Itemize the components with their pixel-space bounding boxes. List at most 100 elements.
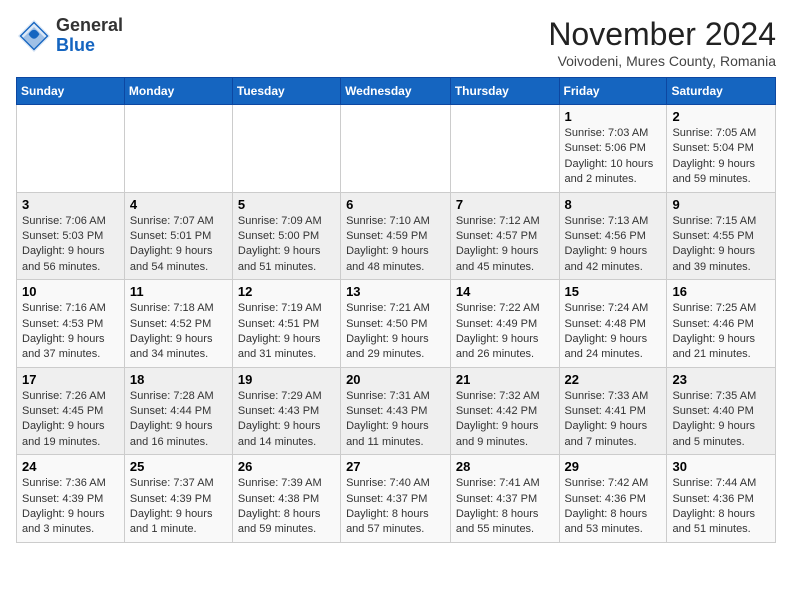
weekday-header-friday: Friday bbox=[559, 78, 667, 105]
day-info: Sunrise: 7:18 AM Sunset: 4:52 PM Dayligh… bbox=[130, 301, 227, 363]
day-number: 12 bbox=[238, 284, 335, 299]
calendar-cell: 26 Sunrise: 7:39 AM Sunset: 4:38 PM Dayli… bbox=[232, 455, 340, 543]
calendar-table: SundayMondayTuesdayWednesdayThursdayFrid… bbox=[16, 77, 776, 543]
day-number: 7 bbox=[456, 197, 554, 212]
day-info: Sunrise: 7:32 AM Sunset: 4:42 PM Dayligh… bbox=[456, 389, 554, 451]
day-number: 14 bbox=[456, 284, 554, 299]
day-info: Sunrise: 7:40 AM Sunset: 4:37 PM Dayligh… bbox=[346, 476, 445, 538]
calendar-cell: 22Sunrise: 7:33 AM Sunset: 4:41 PM Dayli… bbox=[559, 367, 667, 455]
day-info: Sunrise: 7:19 AM Sunset: 4:51 PM Dayligh… bbox=[238, 301, 335, 363]
calendar-cell: 15 Sunrise: 7:24 AM Sunset: 4:48 PM Dayli… bbox=[559, 280, 667, 368]
day-info: Sunrise: 7:37 AM Sunset: 4:39 PM Dayligh… bbox=[130, 476, 227, 538]
calendar-week-row: 17 Sunrise: 7:26 AM Sunset: 4:45 PM Dayli… bbox=[17, 367, 776, 455]
day-info: Sunrise: 7:09 AM Sunset: 5:00 PM Dayligh… bbox=[238, 214, 335, 276]
day-number: 4 bbox=[130, 197, 227, 212]
calendar-cell: 1 Sunrise: 7:03 AM Sunset: 5:06 PM Daylig… bbox=[559, 105, 667, 193]
calendar-cell: 4 Sunrise: 7:07 AM Sunset: 5:01 PM Daylig… bbox=[124, 192, 232, 280]
day-info: Sunrise: 7:31 AM Sunset: 4:43 PM Dayligh… bbox=[346, 389, 445, 451]
day-number: 15 bbox=[565, 284, 662, 299]
month-title: November 2024 bbox=[548, 16, 776, 53]
day-info: Sunrise: 7:26 AM Sunset: 4:45 PM Dayligh… bbox=[22, 389, 119, 451]
day-info: Sunrise: 7:33 AM Sunset: 4:41 PM Dayligh… bbox=[565, 389, 662, 451]
day-info: Sunrise: 7:25 AM Sunset: 4:46 PM Dayligh… bbox=[672, 301, 770, 363]
day-number: 16 bbox=[672, 284, 770, 299]
calendar-cell: 19Sunrise: 7:29 AM Sunset: 4:43 PM Dayli… bbox=[232, 367, 340, 455]
day-info: Sunrise: 7:05 AM Sunset: 5:04 PM Dayligh… bbox=[672, 126, 770, 188]
logo-general-text: General bbox=[56, 15, 123, 35]
day-info: Sunrise: 7:06 AM Sunset: 5:03 PM Dayligh… bbox=[22, 214, 119, 276]
calendar-cell: 10 Sunrise: 7:16 AM Sunset: 4:53 PM Dayli… bbox=[17, 280, 125, 368]
day-info: Sunrise: 7:22 AM Sunset: 4:49 PM Dayligh… bbox=[456, 301, 554, 363]
day-number: 21 bbox=[456, 372, 554, 387]
weekday-header-sunday: Sunday bbox=[17, 78, 125, 105]
day-info: Sunrise: 7:21 AM Sunset: 4:50 PM Dayligh… bbox=[346, 301, 445, 363]
day-number: 26 bbox=[238, 459, 335, 474]
calendar-cell: 30Sunrise: 7:44 AM Sunset: 4:36 PM Dayli… bbox=[667, 455, 776, 543]
day-number: 1 bbox=[565, 109, 662, 124]
day-number: 25 bbox=[130, 459, 227, 474]
calendar-cell: 14 Sunrise: 7:22 AM Sunset: 4:49 PM Dayli… bbox=[450, 280, 559, 368]
day-number: 5 bbox=[238, 197, 335, 212]
day-number: 10 bbox=[22, 284, 119, 299]
location-subtitle: Voivodeni, Mures County, Romania bbox=[548, 53, 776, 69]
day-info: Sunrise: 7:39 AM Sunset: 4:38 PM Dayligh… bbox=[238, 476, 335, 538]
calendar-cell: 2Sunrise: 7:05 AM Sunset: 5:04 PM Daylig… bbox=[667, 105, 776, 193]
weekday-header-saturday: Saturday bbox=[667, 78, 776, 105]
calendar-cell: 5 Sunrise: 7:09 AM Sunset: 5:00 PM Daylig… bbox=[232, 192, 340, 280]
day-number: 27 bbox=[346, 459, 445, 474]
calendar-week-row: 10 Sunrise: 7:16 AM Sunset: 4:53 PM Dayli… bbox=[17, 280, 776, 368]
day-info: Sunrise: 7:24 AM Sunset: 4:48 PM Dayligh… bbox=[565, 301, 662, 363]
calendar-cell: 28 Sunrise: 7:41 AM Sunset: 4:37 PM Dayli… bbox=[450, 455, 559, 543]
day-number: 20 bbox=[346, 372, 445, 387]
day-info: Sunrise: 7:10 AM Sunset: 4:59 PM Dayligh… bbox=[346, 214, 445, 276]
calendar-cell: 9 Sunrise: 7:15 AM Sunset: 4:55 PM Daylig… bbox=[667, 192, 776, 280]
calendar-cell bbox=[17, 105, 125, 193]
weekday-header-wednesday: Wednesday bbox=[341, 78, 451, 105]
day-info: Sunrise: 7:07 AM Sunset: 5:01 PM Dayligh… bbox=[130, 214, 227, 276]
day-number: 11 bbox=[130, 284, 227, 299]
calendar-body: 1 Sunrise: 7:03 AM Sunset: 5:06 PM Daylig… bbox=[17, 105, 776, 543]
calendar-cell: 17 Sunrise: 7:26 AM Sunset: 4:45 PM Dayli… bbox=[17, 367, 125, 455]
day-number: 18 bbox=[130, 372, 227, 387]
logo-icon bbox=[16, 18, 52, 54]
calendar-cell: 25 Sunrise: 7:37 AM Sunset: 4:39 PM Dayli… bbox=[124, 455, 232, 543]
day-info: Sunrise: 7:35 AM Sunset: 4:40 PM Dayligh… bbox=[672, 389, 770, 451]
calendar-cell: 29Sunrise: 7:42 AM Sunset: 4:36 PM Dayli… bbox=[559, 455, 667, 543]
calendar-cell: 3 Sunrise: 7:06 AM Sunset: 5:03 PM Daylig… bbox=[17, 192, 125, 280]
day-number: 19 bbox=[238, 372, 335, 387]
calendar-cell: 12 Sunrise: 7:19 AM Sunset: 4:51 PM Dayli… bbox=[232, 280, 340, 368]
calendar-cell: 6Sunrise: 7:10 AM Sunset: 4:59 PM Daylig… bbox=[341, 192, 451, 280]
calendar-cell: 11 Sunrise: 7:18 AM Sunset: 4:52 PM Dayli… bbox=[124, 280, 232, 368]
day-info: Sunrise: 7:15 AM Sunset: 4:55 PM Dayligh… bbox=[672, 214, 770, 276]
weekday-header-row: SundayMondayTuesdayWednesdayThursdayFrid… bbox=[17, 78, 776, 105]
weekday-header-tuesday: Tuesday bbox=[232, 78, 340, 105]
day-info: Sunrise: 7:13 AM Sunset: 4:56 PM Dayligh… bbox=[565, 214, 662, 276]
day-info: Sunrise: 7:28 AM Sunset: 4:44 PM Dayligh… bbox=[130, 389, 227, 451]
day-info: Sunrise: 7:12 AM Sunset: 4:57 PM Dayligh… bbox=[456, 214, 554, 276]
calendar-week-row: 3 Sunrise: 7:06 AM Sunset: 5:03 PM Daylig… bbox=[17, 192, 776, 280]
logo-text: General Blue bbox=[56, 16, 123, 56]
calendar-cell: 20 Sunrise: 7:31 AM Sunset: 4:43 PM Dayli… bbox=[341, 367, 451, 455]
day-info: Sunrise: 7:16 AM Sunset: 4:53 PM Dayligh… bbox=[22, 301, 119, 363]
day-number: 29 bbox=[565, 459, 662, 474]
day-info: Sunrise: 7:03 AM Sunset: 5:06 PM Dayligh… bbox=[565, 126, 662, 188]
day-number: 3 bbox=[22, 197, 119, 212]
day-number: 8 bbox=[565, 197, 662, 212]
calendar-cell bbox=[232, 105, 340, 193]
calendar-cell: 21 Sunrise: 7:32 AM Sunset: 4:42 PM Dayli… bbox=[450, 367, 559, 455]
day-number: 23 bbox=[672, 372, 770, 387]
day-info: Sunrise: 7:41 AM Sunset: 4:37 PM Dayligh… bbox=[456, 476, 554, 538]
day-number: 9 bbox=[672, 197, 770, 212]
day-info: Sunrise: 7:44 AM Sunset: 4:36 PM Dayligh… bbox=[672, 476, 770, 538]
calendar-cell: 13Sunrise: 7:21 AM Sunset: 4:50 PM Dayli… bbox=[341, 280, 451, 368]
day-number: 24 bbox=[22, 459, 119, 474]
calendar-cell bbox=[341, 105, 451, 193]
calendar-header: SundayMondayTuesdayWednesdayThursdayFrid… bbox=[17, 78, 776, 105]
page-header: General Blue November 2024 Voivodeni, Mu… bbox=[16, 16, 776, 69]
calendar-cell bbox=[124, 105, 232, 193]
day-number: 17 bbox=[22, 372, 119, 387]
calendar-cell bbox=[450, 105, 559, 193]
calendar-cell: 27 Sunrise: 7:40 AM Sunset: 4:37 PM Dayli… bbox=[341, 455, 451, 543]
day-number: 28 bbox=[456, 459, 554, 474]
day-info: Sunrise: 7:36 AM Sunset: 4:39 PM Dayligh… bbox=[22, 476, 119, 538]
